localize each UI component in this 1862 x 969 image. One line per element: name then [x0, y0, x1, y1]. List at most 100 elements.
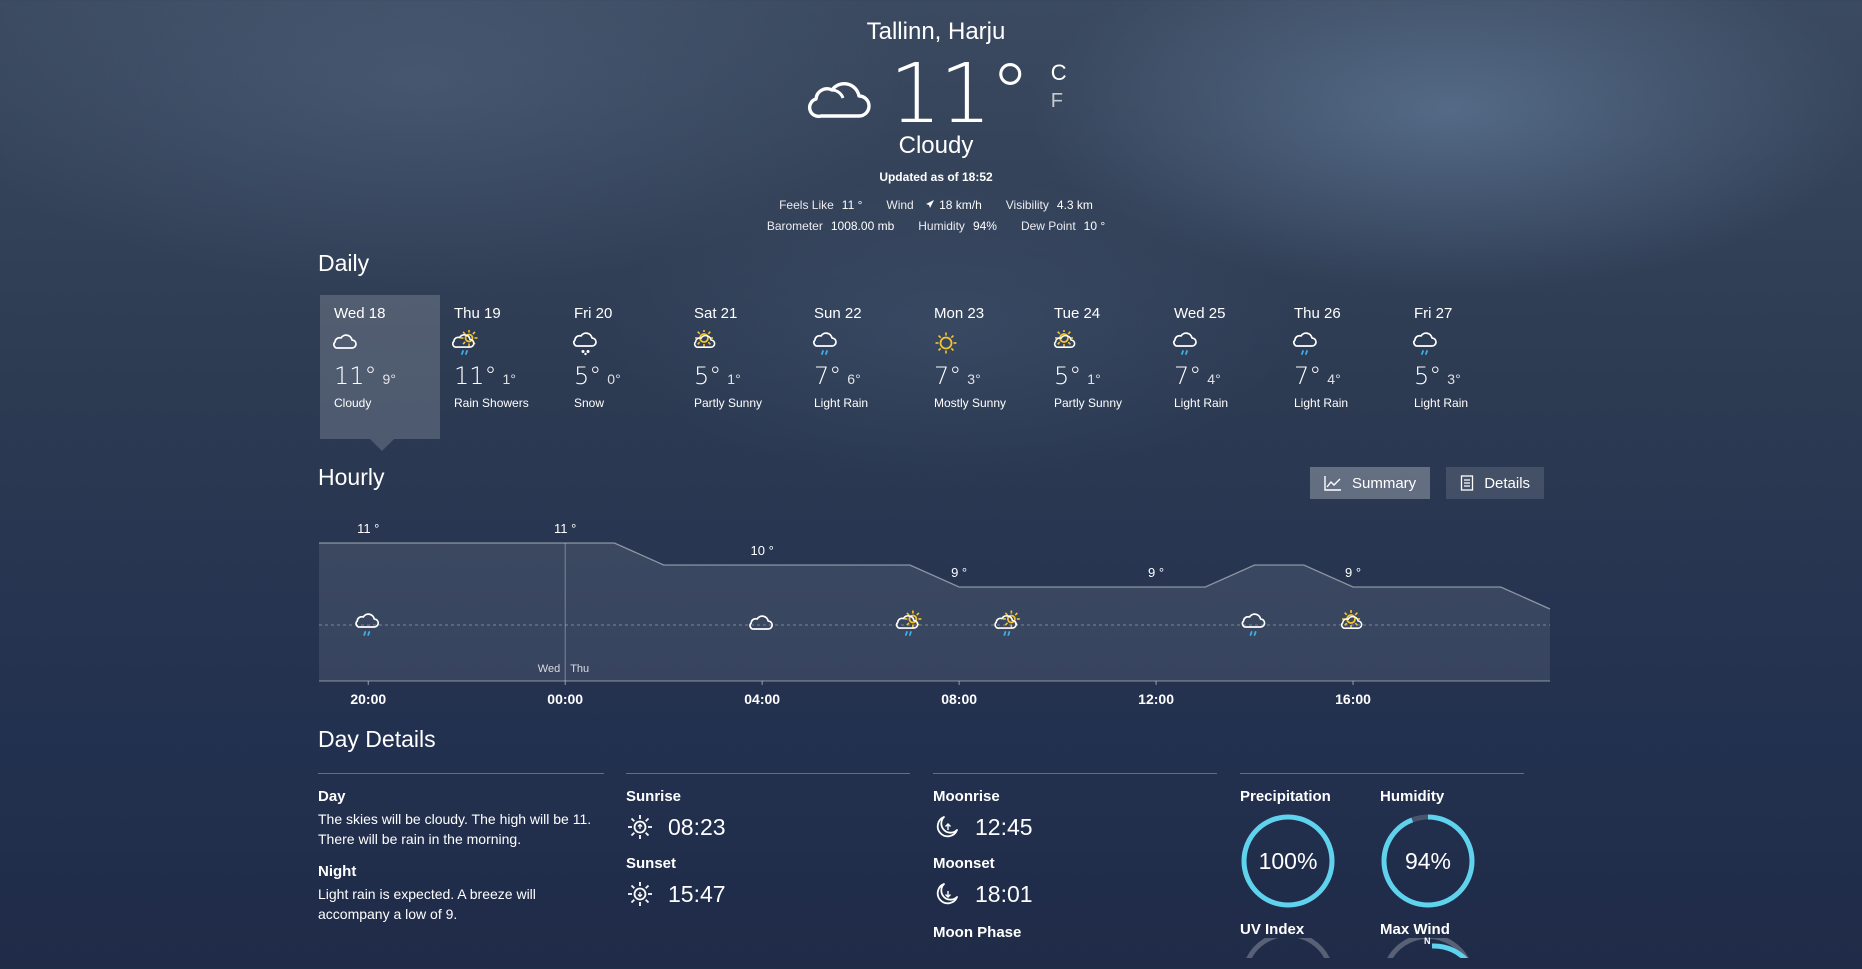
hourly-time-label: 00:00	[547, 691, 583, 707]
day-name: Mon 23	[934, 305, 985, 322]
high-temp: 5°	[1054, 362, 1082, 390]
day-condition: Cloudy	[334, 396, 372, 410]
low-temp: 1°	[502, 371, 516, 387]
sunset-value: 15:47	[626, 880, 910, 908]
day-details-title: Day Details	[318, 726, 436, 752]
partly-sunny-icon	[1052, 329, 1080, 356]
high-temp: 5°	[1414, 362, 1442, 390]
daily-card-tue-24[interactable]: Tue 24 5° 1° Partly Sunny	[1040, 295, 1160, 439]
high-temp: 11°	[454, 362, 497, 390]
day-name: Sun 22	[814, 305, 862, 322]
low-temp: 1°	[1087, 371, 1101, 387]
hourly-temp-label: 11 °	[554, 521, 576, 536]
divider	[626, 773, 910, 774]
low-temp: 0°	[607, 371, 621, 387]
divider	[933, 773, 1217, 774]
precipitation-ring: 100%	[1240, 813, 1336, 909]
stats-row: Feels Like 11 ° Wind 18 km/h Visibility 4.…	[0, 198, 1862, 212]
compass-north-label: N	[1424, 936, 1431, 946]
sunrise-label: Sunrise	[626, 788, 682, 805]
humidity-gauge: Humidity 94%	[1380, 788, 1520, 909]
high-temp: 7°	[934, 362, 962, 390]
moonset-icon	[936, 883, 958, 905]
night-text: Light rain is expected. A breeze will ac…	[318, 886, 536, 922]
daily-card-wed-18[interactable]: Wed 18 11° 9° Cloudy	[320, 295, 440, 451]
low-temp: 4°	[1207, 371, 1221, 387]
document-icon	[1461, 475, 1474, 491]
sun-icon	[932, 330, 960, 356]
daily-forecast-list: Wed 18 11° 9° Cloudy Thu 19 11° 1° Rain Showers…	[320, 295, 1520, 451]
high-temp: 7°	[814, 362, 842, 390]
summary-button[interactable]: Summary	[1310, 467, 1431, 499]
daily-card-thu-26[interactable]: Thu 26 7° 4° Light Rain	[1280, 295, 1400, 439]
cloudy-icon	[332, 330, 360, 356]
stat-visibility: Visibility 4.3 km	[1005, 198, 1093, 212]
high-temp: 5°	[574, 362, 602, 390]
day-name: Fri 27	[1414, 305, 1453, 322]
day-name: Thu 19	[454, 305, 501, 322]
daily-card-fri-20[interactable]: Fri 20 5° 0° Snow	[560, 295, 680, 439]
unit-switch: C F	[1051, 60, 1067, 113]
current-condition: Cloudy	[898, 132, 974, 159]
moonrise-icon	[936, 816, 958, 838]
hourly-temp-label: 9 °	[1148, 565, 1164, 580]
hourly-chart: Wed Thu 11 ° 11 ° 10 ° 9 ° 9 ° 9 ° 20:00 00:00 04:…	[319, 521, 1551, 707]
day-text: The skies will be cloudy. The high will …	[318, 811, 592, 847]
moonrise-label: Moonrise	[933, 788, 1000, 805]
daily-card-sat-21[interactable]: Sat 21 5° 1° Partly Sunny	[680, 295, 800, 439]
moonrise-value: 12:45	[933, 813, 1217, 841]
sunrise-value: 08:23	[626, 813, 910, 841]
current-conditions: 11° C F	[0, 54, 1862, 136]
cloud-icon	[808, 82, 872, 119]
updated-time: Updated as of 18:52	[879, 170, 993, 184]
day-condition: Light Rain	[1414, 396, 1469, 410]
daily-card-sun-22[interactable]: Sun 22 7° 6° Light Rain	[800, 295, 920, 439]
moonset-label: Moonset	[933, 855, 995, 872]
rain-icon	[812, 330, 840, 356]
temperature-area	[319, 543, 1550, 681]
low-temp: 6°	[847, 371, 861, 387]
hourly-temp-label: 10 °	[751, 543, 774, 558]
day-name: Sat 21	[694, 305, 738, 322]
hourly-temp-label: 11 °	[357, 521, 379, 536]
daily-card-thu-19[interactable]: Thu 19 11° 1° Rain Showers	[440, 295, 560, 439]
high-temp: 11°	[334, 362, 377, 390]
partly-sunny-icon	[692, 329, 720, 356]
unit-celsius-button[interactable]: C	[1051, 60, 1067, 86]
low-temp: 3°	[967, 371, 981, 387]
low-temp: 9°	[382, 371, 396, 387]
day-name: Thu 26	[1294, 305, 1341, 322]
rain-icon	[1292, 330, 1320, 356]
day-name: Wed 18	[334, 305, 386, 322]
day-condition: Light Rain	[1294, 396, 1349, 410]
daily-card-wed-25[interactable]: Wed 25 7° 4° Light Rain	[1160, 295, 1280, 439]
sunset-icon	[628, 882, 652, 906]
daily-card-fri-27[interactable]: Fri 27 5° 3° Light Rain	[1400, 295, 1520, 439]
hourly-temp-label: 9 °	[951, 565, 967, 580]
day-condition: Light Rain	[1174, 396, 1229, 410]
divider	[318, 773, 604, 774]
day-name: Fri 20	[574, 305, 613, 322]
daily-card-mon-23[interactable]: Mon 23 7° 3° Mostly Sunny	[920, 295, 1040, 439]
day-night-column: Day The skies will be cloudy. The high w…	[318, 773, 604, 924]
hourly-time-label: 16:00	[1335, 691, 1371, 707]
day-condition: Rain Showers	[454, 396, 529, 410]
snow-icon	[572, 330, 600, 356]
precipitation-gauge: Precipitation 100%	[1240, 788, 1380, 909]
moon-phase-label: Moon Phase	[933, 924, 1022, 941]
day-divider-right-label: Thu	[570, 663, 589, 675]
details-button[interactable]: Details	[1446, 467, 1545, 499]
rain-icon	[1412, 330, 1440, 356]
uv-index-gauge: UV Index	[1240, 921, 1380, 963]
day-label: Day	[318, 788, 346, 805]
high-temp: 7°	[1294, 362, 1322, 390]
unit-fahrenheit-button[interactable]: F	[1051, 90, 1067, 113]
day-condition: Light Rain	[814, 396, 869, 410]
hourly-time-label: 20:00	[350, 691, 386, 707]
low-temp: 3°	[1447, 371, 1461, 387]
high-temp: 7°	[1174, 362, 1202, 390]
rain-icon	[1172, 330, 1200, 356]
hourly-time-label: 08:00	[941, 691, 977, 707]
moonset-value: 18:01	[933, 880, 1217, 908]
low-temp: 4°	[1327, 371, 1341, 387]
